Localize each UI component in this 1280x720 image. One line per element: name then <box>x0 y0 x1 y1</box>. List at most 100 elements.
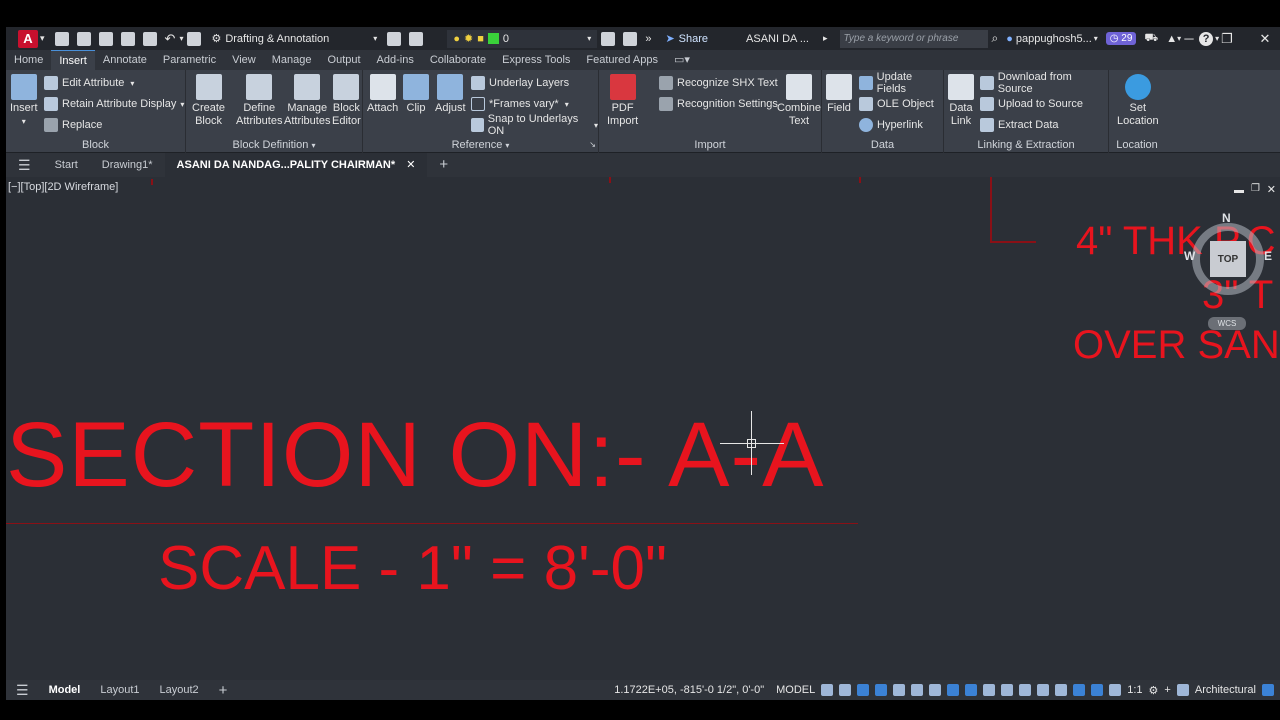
new-tab-icon[interactable]: + <box>427 153 460 177</box>
wcs-menu[interactable]: WCS <box>1208 317 1246 330</box>
isodraft-icon[interactable] <box>893 684 906 696</box>
download-from-source-button[interactable]: Download from Source <box>980 71 1108 95</box>
tab-featured-apps[interactable]: Featured Apps <box>578 50 666 70</box>
polar-icon[interactable] <box>875 684 888 696</box>
tab-parametric[interactable]: Parametric <box>155 50 224 70</box>
panel-title-block-definition[interactable]: Block Definition ▾ <box>186 138 362 152</box>
annotation-visibility-icon[interactable] <box>1073 684 1086 696</box>
undo-icon[interactable]: ↶ <box>165 31 176 47</box>
tab-active-drawing[interactable]: ASANI DA NANDAG...PALITY CHAIRMAN* ✕ <box>164 153 428 177</box>
notification-badge[interactable]: ◷ 29 <box>1105 32 1137 45</box>
upload-to-source-button[interactable]: Upload to Source <box>980 95 1083 113</box>
workspace-select[interactable]: ⚙ Drafting & Annotation ▾ <box>211 27 377 50</box>
coordinates-readout[interactable]: 1.1722E+05, -815'-0 1/2", 0'-0" <box>614 684 764 696</box>
app-menu-chevron-icon[interactable]: ▾ <box>40 33 45 44</box>
model-space-toggle[interactable]: MODEL <box>776 684 815 696</box>
compass-north[interactable]: N <box>1222 211 1231 225</box>
dynamic-ucs-icon[interactable] <box>1019 684 1032 696</box>
auto-scale-icon[interactable] <box>1091 684 1104 696</box>
tab-express-tools[interactable]: Express Tools <box>494 50 578 70</box>
update-fields-button[interactable]: Update Fields <box>859 71 943 95</box>
manage-attributes-button[interactable]: Manage Attributes <box>284 74 330 128</box>
adjust-button[interactable]: Adjust <box>435 74 466 115</box>
panel-title-reference[interactable]: Reference ▾ ↘ <box>363 138 598 152</box>
transparency-icon[interactable] <box>965 684 978 696</box>
data-link-button[interactable]: Data Link <box>948 74 974 128</box>
tab-layout1[interactable]: Layout1 <box>90 684 149 696</box>
tab-start[interactable]: Start <box>43 153 90 177</box>
drawing-area[interactable]: [−][Top][2D Wireframe] ▬ ❐ ✕ 4" THK P.C … <box>6 177 1280 680</box>
selection-cycling-icon[interactable] <box>983 684 996 696</box>
tab-insert[interactable]: Insert <box>51 50 95 70</box>
block-editor-button[interactable]: Block Editor <box>332 74 361 128</box>
layer-tool-icon[interactable] <box>601 31 616 46</box>
frames-vary-select[interactable]: *Frames vary* ▾ <box>471 95 569 113</box>
hyperlink-button[interactable]: Hyperlink <box>859 116 923 134</box>
object-snap-tracking-icon[interactable] <box>911 684 924 696</box>
chevron-right-icon[interactable]: ▸ <box>823 33 828 44</box>
lineweight-icon[interactable] <box>947 684 960 696</box>
tab-home[interactable]: Home <box>6 50 51 70</box>
selection-filter-icon[interactable] <box>1037 684 1050 696</box>
ribbon-toggle-icon[interactable]: ▭▾ <box>666 50 698 70</box>
viewport-close-icon[interactable]: ✕ <box>1267 183 1276 196</box>
match-properties-icon[interactable] <box>187 31 202 46</box>
recognize-shx-button[interactable]: Recognize SHX Text <box>659 74 778 92</box>
user-account[interactable]: ● pappughosh5... ▾ <box>1006 27 1098 50</box>
tab-annotate[interactable]: Annotate <box>95 50 155 70</box>
gizmo-icon[interactable] <box>1055 684 1068 696</box>
close-icon[interactable]: ✕ <box>1250 27 1280 50</box>
viewport-controls-label[interactable]: [−][Top][2D Wireframe] <box>8 181 118 193</box>
clip-button[interactable]: Clip <box>403 74 429 115</box>
plot-icon[interactable] <box>142 31 157 46</box>
save-as-icon[interactable] <box>98 31 113 46</box>
section-title-text[interactable]: SECTION ON:- A-A <box>6 403 825 508</box>
scale-text[interactable]: SCALE - 1" = 8'-0" <box>158 533 667 604</box>
drawing-note-3[interactable]: OVER SAN <box>1073 323 1280 368</box>
layer-select[interactable]: ● ✹ ■ 0 ▾ <box>447 29 598 48</box>
annotation-scale-value[interactable]: 1:1 <box>1127 684 1142 696</box>
3d-osnap-icon[interactable] <box>1001 684 1014 696</box>
share-button[interactable]: ➤ Share <box>665 27 708 50</box>
panel-launcher-icon[interactable]: ↘ <box>589 138 596 152</box>
search-input[interactable]: Type a keyword or phrase <box>839 29 988 48</box>
viewport-minimize-icon[interactable]: ▬ <box>1234 185 1244 196</box>
viewcube[interactable]: TOP N W E <box>1184 211 1272 303</box>
gear-icon[interactable]: ⚙ <box>1149 684 1159 697</box>
web-save-icon[interactable] <box>120 31 135 46</box>
field-button[interactable]: Field <box>826 74 852 115</box>
hamburger-menu-icon[interactable]: ☰ <box>6 153 43 177</box>
tab-model[interactable]: Model <box>39 684 91 696</box>
open-icon[interactable] <box>54 31 69 46</box>
define-attributes-button[interactable]: Define Attributes <box>236 74 282 128</box>
isolate-objects-icon[interactable] <box>1176 684 1189 696</box>
extract-data-button[interactable]: Extract Data <box>980 116 1059 134</box>
plus-icon[interactable]: + <box>1164 684 1170 696</box>
cart-icon[interactable]: ⛟ <box>1144 32 1158 46</box>
edit-attribute-button[interactable]: Edit Attribute ▾ <box>44 74 134 92</box>
viewcube-top-face[interactable]: TOP <box>1210 241 1246 277</box>
ole-object-button[interactable]: OLE Object <box>859 95 934 113</box>
replace-button[interactable]: Replace <box>44 116 102 134</box>
snap-to-underlays-select[interactable]: Snap to Underlays ON ▾ <box>471 113 598 137</box>
tab-view[interactable]: View <box>224 50 264 70</box>
set-location-button[interactable]: Set Location <box>1117 74 1159 128</box>
units-select[interactable]: Architectural <box>1195 684 1256 696</box>
close-tab-icon[interactable]: ✕ <box>406 159 415 171</box>
tab-drawing1[interactable]: Drawing1* <box>90 153 165 177</box>
print-icon[interactable] <box>387 31 402 46</box>
attach-button[interactable]: Attach <box>367 74 398 115</box>
ortho-icon[interactable] <box>857 684 870 696</box>
snap-mode-icon[interactable] <box>839 684 852 696</box>
quick-properties-icon[interactable] <box>1262 684 1274 696</box>
search-icon[interactable]: ⌕ <box>992 31 999 46</box>
tab-layout2[interactable]: Layout2 <box>150 684 209 696</box>
viewport-restore-icon[interactable]: ❐ <box>1251 183 1260 194</box>
add-layout-icon[interactable]: + <box>209 682 238 699</box>
tab-addins[interactable]: Add-ins <box>369 50 422 70</box>
compass-east[interactable]: E <box>1264 249 1272 263</box>
compass-west[interactable]: W <box>1184 249 1195 263</box>
more-icon[interactable]: » <box>645 33 651 45</box>
tab-collaborate[interactable]: Collaborate <box>422 50 494 70</box>
tab-output[interactable]: Output <box>320 50 369 70</box>
